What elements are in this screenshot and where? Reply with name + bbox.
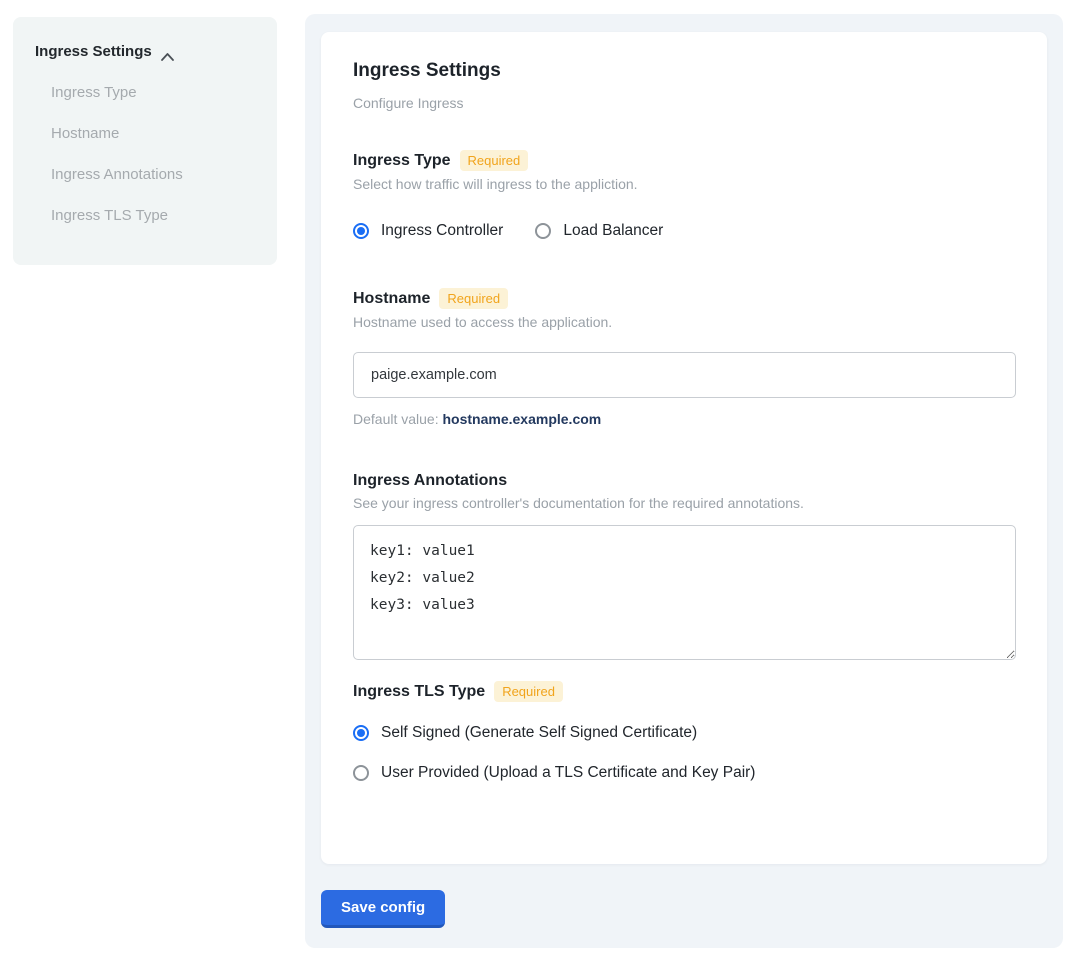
annotations-textarea[interactable]: key1: value1 key2: value2 key3: value3	[353, 525, 1016, 660]
hostname-input[interactable]	[353, 352, 1016, 398]
settings-panel: Ingress Settings Configure Ingress Ingre…	[305, 14, 1063, 948]
radio-label-self-signed: Self Signed (Generate Self Signed Certif…	[381, 724, 697, 742]
radio-option-user-provided[interactable]: User Provided (Upload a TLS Certificate …	[353, 764, 1015, 782]
radio-option-self-signed[interactable]: Self Signed (Generate Self Signed Certif…	[353, 724, 1015, 742]
radio-unselected-icon[interactable]	[535, 223, 551, 239]
radio-unselected-icon[interactable]	[353, 765, 369, 781]
hostname-description: Hostname used to access the application.	[353, 314, 1015, 330]
radio-label-ingress-controller: Ingress Controller	[381, 222, 503, 240]
hostname-section-header: Hostname Required	[353, 288, 1015, 309]
default-value-text: hostname.example.com	[443, 411, 602, 427]
sidebar-item-hostname[interactable]: Hostname	[51, 125, 261, 142]
settings-sidebar: Ingress Settings Ingress Type Hostname I…	[13, 17, 277, 265]
sidebar-section-title: Ingress Settings	[35, 43, 152, 60]
ingress-type-label: Ingress Type	[353, 152, 451, 170]
radio-selected-icon[interactable]	[353, 725, 369, 741]
radio-option-load-balancer[interactable]: Load Balancer	[535, 222, 663, 240]
ingress-type-section-header: Ingress Type Required	[353, 150, 1015, 171]
page-title: Ingress Settings	[353, 60, 1015, 82]
required-badge: Required	[494, 681, 563, 702]
page-subtitle: Configure Ingress	[353, 95, 1015, 111]
hostname-default-line: Default value: hostname.example.com	[353, 411, 1015, 427]
radio-label-user-provided: User Provided (Upload a TLS Certificate …	[381, 764, 755, 782]
ingress-type-radio-group: Ingress Controller Load Balancer	[353, 222, 1015, 240]
ingress-type-description: Select how traffic will ingress to the a…	[353, 176, 1015, 192]
tls-type-section-header: Ingress TLS Type Required	[353, 681, 1015, 702]
sidebar-section-toggle[interactable]: Ingress Settings	[35, 43, 261, 60]
sidebar-item-ingress-type[interactable]: Ingress Type	[51, 84, 261, 101]
default-value-label: Default value:	[353, 411, 439, 427]
radio-selected-icon[interactable]	[353, 223, 369, 239]
required-badge: Required	[460, 150, 529, 171]
annotations-label: Ingress Annotations	[353, 472, 507, 490]
save-config-button[interactable]: Save config	[321, 890, 445, 928]
tls-type-label: Ingress TLS Type	[353, 683, 485, 701]
annotations-description: See your ingress controller's documentat…	[353, 495, 1015, 511]
sidebar-item-ingress-annotations[interactable]: Ingress Annotations	[51, 166, 261, 183]
annotations-section-header: Ingress Annotations	[353, 472, 1015, 490]
sidebar-item-ingress-tls-type[interactable]: Ingress TLS Type	[51, 207, 261, 224]
radio-option-ingress-controller[interactable]: Ingress Controller	[353, 222, 503, 240]
hostname-label: Hostname	[353, 290, 430, 308]
radio-label-load-balancer: Load Balancer	[563, 222, 663, 240]
ingress-settings-card: Ingress Settings Configure Ingress Ingre…	[321, 32, 1047, 864]
chevron-up-icon	[161, 48, 174, 56]
required-badge: Required	[439, 288, 508, 309]
